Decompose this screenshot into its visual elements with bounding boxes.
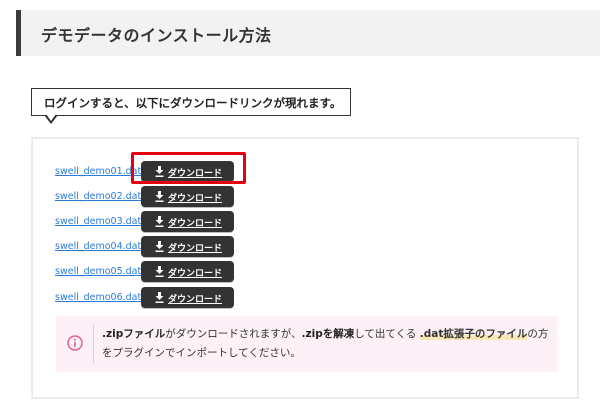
download-icon [155, 292, 164, 303]
info-text-segment: して出てくる [354, 328, 420, 340]
file-link-swell-demo05[interactable]: swell_demo05.dat [55, 266, 141, 277]
notice-balloon: ログインすると、以下にダウンロードリンクが現れます。 [31, 88, 351, 124]
download-button-label: ダウンロード [168, 295, 223, 305]
page: デモデータのインストール方法 ログインすると、以下にダウンロードリンクが現れます… [0, 0, 600, 410]
balloon-tail-inner [46, 114, 56, 121]
file-link-swell-demo01[interactable]: swell_demo01.dat [55, 166, 141, 177]
download-button-label: ダウンロード [168, 244, 223, 254]
info-text-segment: がダウンロードされますが、 [165, 328, 302, 340]
download-button-4[interactable]: ダウンロード [141, 236, 234, 257]
download-button-label: ダウンロード [168, 269, 223, 279]
file-link-swell-demo06[interactable]: swell_demo06.dat [55, 292, 141, 303]
section-heading: デモデータのインストール方法 [16, 10, 600, 56]
download-icon [155, 241, 164, 252]
file-link-swell-demo04[interactable]: swell_demo04.dat [55, 241, 141, 252]
download-button-2[interactable]: ダウンロード [141, 186, 234, 207]
info-callout: .zipファイルがダウンロードされますが、.zipを解凍して出てくる .dat拡… [56, 316, 557, 372]
download-icon [155, 216, 164, 227]
download-icon [155, 191, 164, 202]
file-link-swell-demo02[interactable]: swell_demo02.dat [55, 191, 141, 202]
file-link-swell-demo03[interactable]: swell_demo03.dat [55, 216, 141, 227]
info-dat-file-marker: .dat拡張子のファイル [419, 328, 528, 340]
highlight-frame [131, 152, 246, 184]
info-icon [67, 335, 83, 351]
download-button-label: ダウンロード [168, 194, 223, 204]
download-icon [155, 266, 164, 277]
section-heading-title: デモデータのインストール方法 [41, 26, 272, 45]
download-button-6[interactable]: ダウンロード [141, 287, 234, 308]
info-text: .zipファイルがダウンロードされますが、.zipを解凍して出てくる .dat拡… [102, 325, 552, 363]
download-button-label: ダウンロード [168, 219, 223, 229]
info-unzip: .zipを解凍 [301, 328, 355, 340]
info-divider [93, 324, 94, 364]
download-button-3[interactable]: ダウンロード [141, 211, 234, 232]
info-zip-file: .zipファイル [102, 328, 166, 340]
notice-balloon-text: ログインすると、以下にダウンロードリンクが現れます。 [44, 96, 342, 110]
download-button-5[interactable]: ダウンロード [141, 261, 234, 282]
